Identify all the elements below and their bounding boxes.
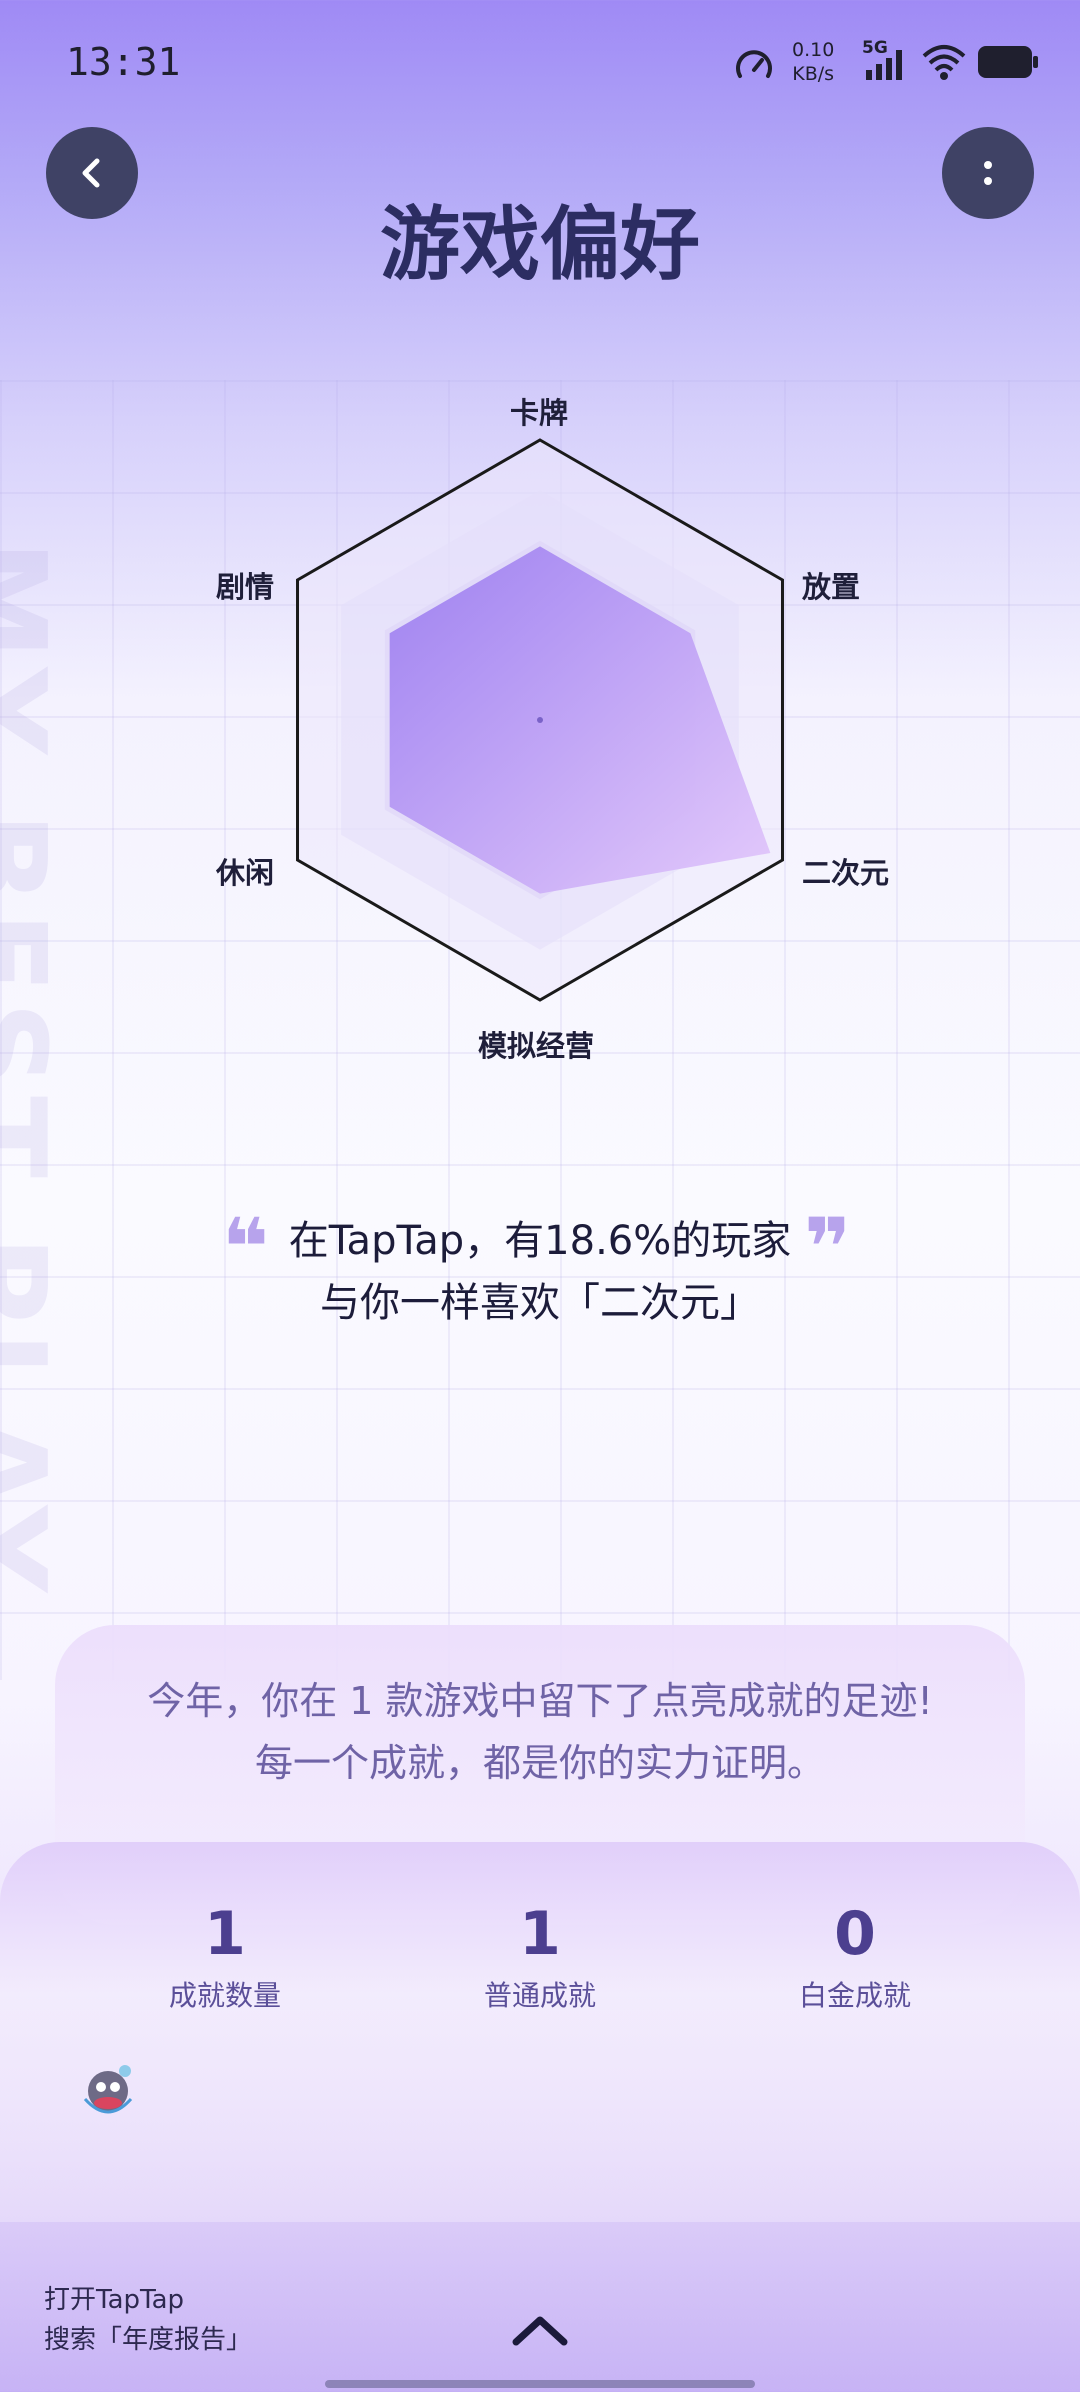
- radar-label-idle: 放置: [802, 570, 861, 604]
- stat-normal-achievements: 1 普通成就: [390, 1898, 690, 2014]
- radar-label-anime: 二次元: [802, 856, 890, 890]
- achievement-line-2: 每一个成就，都是你的实力证明。: [254, 1741, 825, 1785]
- speed-value: 0.10: [792, 39, 835, 61]
- stat-label: 普通成就: [483, 1979, 596, 2012]
- status-time: 13:31: [66, 40, 181, 84]
- game-icon[interactable]: [70, 2056, 146, 2132]
- quote-line-2: 与你一样喜欢「二次元」: [320, 1280, 760, 1326]
- radar-label-simulation: 模拟经营: [478, 1029, 595, 1063]
- status-bar: 13:31 0.10 KB/s 5G: [0, 0, 1080, 130]
- quote-line-1: 在TapTap，有18.6%的玩家: [288, 1218, 792, 1264]
- status-icons: 5G: [862, 38, 1040, 82]
- preference-radar-chart: [296, 438, 784, 1002]
- quote-block: 在TapTap，有18.6%的玩家 与你一样喜欢「二次元」: [0, 1210, 1080, 1334]
- stat-label: 成就数量: [168, 1979, 281, 2012]
- network-speed: 0.10 KB/s: [792, 38, 834, 86]
- stat-value: 1: [204, 1899, 246, 1969]
- battery-icon: [978, 46, 1038, 78]
- home-indicator[interactable]: [325, 2380, 755, 2388]
- stat-achievement-count: 1 成就数量: [75, 1898, 375, 2014]
- stat-platinum-achievements: 0 白金成就: [705, 1898, 1005, 2014]
- hint-line-2: 搜索「年度报告」: [44, 2325, 253, 2355]
- radar-label-card: 卡牌: [510, 396, 569, 430]
- wifi-icon: [922, 45, 966, 80]
- stat-value: 1: [519, 1899, 561, 1969]
- stat-label: 白金成就: [798, 1979, 911, 2012]
- open-taptap-hint: 打开TapTap 搜索「年度报告」: [44, 2280, 252, 2360]
- chevron-up-icon[interactable]: [510, 2310, 570, 2350]
- achievement-summary-text: 今年，你在 1 款游戏中留下了点亮成就的足迹! 每一个成就，都是你的实力证明。: [0, 1670, 1080, 1794]
- radar-label-casual: 休闲: [216, 856, 275, 890]
- radar-center-dot: [537, 717, 543, 723]
- radar-label-story: 剧情: [216, 570, 275, 604]
- signal-icon: 5G: [862, 38, 912, 82]
- achievement-line-1: 今年，你在 1 款游戏中留下了点亮成就的足迹!: [147, 1679, 933, 1723]
- speedometer-icon: [736, 50, 772, 78]
- stat-value: 0: [834, 1899, 876, 1969]
- page-title: 游戏偏好: [380, 198, 700, 291]
- speed-unit: KB/s: [792, 63, 835, 85]
- game-character-icon: [83, 2065, 133, 2114]
- hint-line-1: 打开TapTap: [44, 2285, 185, 2315]
